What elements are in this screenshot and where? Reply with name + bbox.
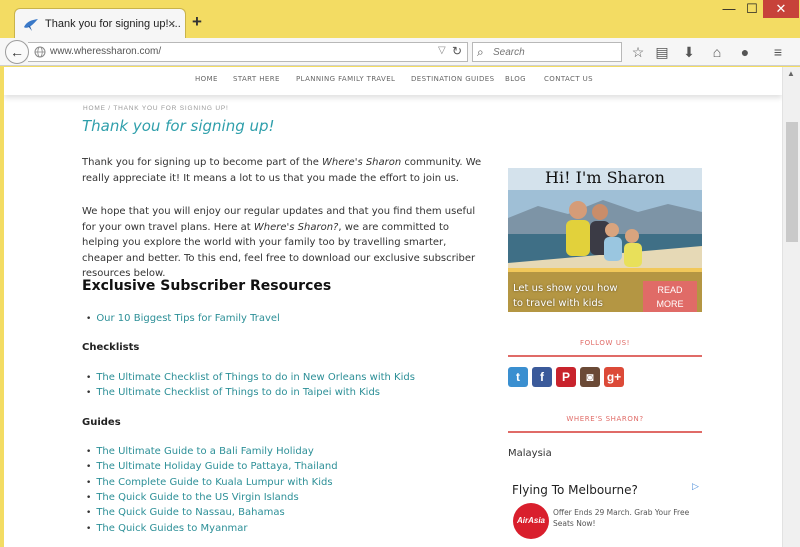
scroll-up-icon[interactable]: ▲ (787, 69, 795, 78)
url-bar[interactable]: www.wheressharon.com/ ▽ ↻ (28, 42, 468, 62)
follow-us-heading: FOLLOW US! (579, 339, 631, 347)
search-icon: ⌕ (477, 45, 484, 59)
chat-icon[interactable]: ● (736, 43, 754, 61)
page-title: Thank you for signing up! (82, 117, 275, 135)
guide-link[interactable]: The Quick Guide to the US Virgin Islands (86, 492, 298, 503)
resource-link[interactable]: Our 10 Biggest Tips for Family Travel (86, 313, 280, 324)
bookmark-star-icon[interactable]: ☆ (629, 43, 647, 61)
maximize-button[interactable]: ☐ (741, 0, 763, 18)
nav-blog[interactable]: BLOG (505, 75, 526, 83)
google-plus-icon[interactable]: g+ (604, 367, 624, 387)
about-sharon-promo[interactable]: Hi! I'm Sharon Let us show you how to tr… (508, 168, 702, 312)
guides-heading: Guides (82, 417, 121, 428)
checklists-heading: Checklists (82, 342, 140, 353)
airasia-logo[interactable]: AirAsia (513, 503, 549, 539)
instagram-icon[interactable]: ◙ (580, 367, 600, 387)
read-more-button[interactable]: READ MORE (643, 281, 697, 312)
reload-icon[interactable]: ↻ (452, 44, 462, 58)
menu-icon[interactable]: ≡ (769, 43, 787, 61)
tab-close-icon[interactable]: × (168, 16, 176, 31)
guide-link[interactable]: The Quick Guides to Myanmar (86, 523, 247, 534)
bird-favicon-icon (24, 19, 38, 31)
resources-heading: Exclusive Subscriber Resources (82, 278, 332, 294)
pinterest-icon[interactable]: P (556, 367, 576, 387)
guide-link[interactable]: The Quick Guide to Nassau, Bahamas (86, 507, 284, 518)
page-scrollbar[interactable]: ▲ (782, 67, 800, 547)
guide-link[interactable]: The Ultimate Holiday Guide to Pattaya, T… (86, 461, 337, 472)
promo-tagline: Let us show you how to travel with kids (513, 283, 618, 309)
divider (508, 355, 702, 357)
window-titlebar: Thank you for signing up! ... × + — ☐ ✕ (0, 0, 800, 40)
globe-icon (34, 46, 46, 58)
home-icon[interactable]: ⌂ (708, 43, 726, 61)
url-dropdown-icon[interactable]: ▽ (438, 45, 446, 56)
site-navigation: HOME START HERE PLANNING FAMILY TRAVEL D… (4, 67, 782, 95)
guide-link[interactable]: The Complete Guide to Kuala Lumpur with … (86, 477, 332, 488)
scrollbar-thumb[interactable] (786, 122, 798, 242)
ad-title[interactable]: Flying To Melbourne? (512, 483, 638, 497)
checklist-link[interactable]: The Ultimate Checklist of Things to do i… (86, 387, 380, 398)
guide-link[interactable]: The Ultimate Guide to a Bali Family Holi… (86, 446, 313, 457)
current-location: Malaysia (508, 448, 552, 459)
close-window-button[interactable]: ✕ (763, 0, 799, 18)
nav-home[interactable]: HOME (195, 75, 218, 83)
new-tab-button[interactable]: + (192, 13, 202, 30)
page-content: HOME START HERE PLANNING FAMILY TRAVEL D… (4, 67, 782, 547)
search-box[interactable]: ⌕ (472, 42, 622, 62)
search-input[interactable] (493, 45, 617, 59)
back-arrow-icon: ← (10, 44, 24, 60)
promo-title: Hi! I'm Sharon (508, 168, 702, 190)
wheres-sharon-heading: WHERE'S SHARON? (566, 415, 644, 423)
facebook-icon[interactable]: f (532, 367, 552, 387)
checklist-link[interactable]: The Ultimate Checklist of Things to do i… (86, 372, 415, 383)
breadcrumb[interactable]: HOME / THANK YOU FOR SIGNING UP! (83, 105, 229, 112)
download-icon[interactable]: ⬇ (680, 43, 698, 61)
nav-contact-us[interactable]: CONTACT US (544, 75, 593, 83)
browser-tab[interactable]: Thank you for signing up! ... × (14, 8, 186, 40)
ad-choices-icon[interactable]: ▷ (692, 481, 699, 492)
divider (508, 431, 702, 433)
ad-text[interactable]: Offer Ends 29 March. Grab Your Free Seat… (553, 507, 703, 529)
intro-paragraph-1: Thank you for signing up to become part … (82, 157, 482, 184)
back-button[interactable]: ← (5, 40, 29, 64)
browser-toolbar: www.wheressharon.com/ ▽ ↻ ← ⌕ ☆ ▤ ⬇ ⌂ ● … (0, 38, 800, 66)
twitter-icon[interactable]: t (508, 367, 528, 387)
nav-planning-family-travel[interactable]: PLANNING FAMILY TRAVEL (296, 75, 395, 83)
minimize-button[interactable]: — (718, 0, 740, 18)
nav-start-here[interactable]: START HERE (233, 75, 280, 83)
reading-list-icon[interactable]: ▤ (653, 43, 671, 61)
nav-destination-guides[interactable]: DESTINATION GUIDES (411, 75, 494, 83)
tab-title: Thank you for signing up! ... (45, 18, 181, 30)
url-text: www.wheressharon.com/ (50, 46, 162, 57)
intro-paragraph-2: We hope that you will enjoy our regular … (82, 206, 476, 279)
